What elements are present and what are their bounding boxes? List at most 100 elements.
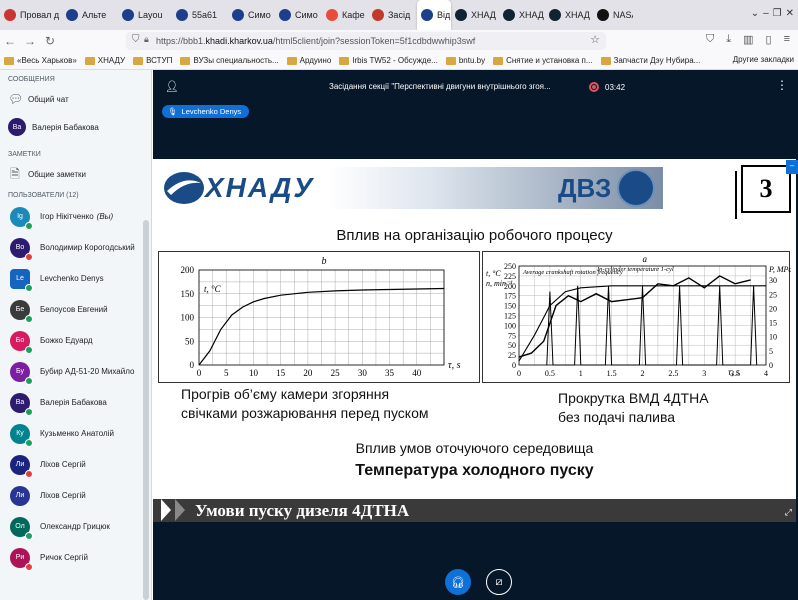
x-tick-label: 40 [412, 368, 422, 378]
browser-tab[interactable]: Провал д [0, 0, 62, 30]
chevron-icon [175, 499, 185, 521]
user-list-item[interactable]: Бу Бубир АД-51-20 Михайло [0, 356, 151, 387]
avatar: Бе [10, 299, 33, 323]
browser-tab[interactable]: NASA [593, 0, 633, 30]
browser-tab[interactable]: Layou [118, 0, 172, 30]
y-right-tick-label: 0 [769, 361, 773, 370]
reload-icon[interactable]: ↻ [40, 34, 60, 48]
browser-tab[interactable]: Симо [275, 0, 322, 30]
panel-label: b [322, 256, 327, 267]
y-right-tick-label: 30 [769, 276, 777, 285]
user-list-item[interactable]: Ку Кузьменко Анатолій [0, 418, 151, 449]
tab-label: Симо [295, 10, 318, 20]
y-right-tick-label: 25 [769, 290, 777, 299]
user-list-item[interactable]: Бо Божко Едуард [0, 325, 151, 356]
x-tick-label: 30 [358, 368, 368, 378]
user-list-item[interactable]: Ли Ліхов Сергій [0, 449, 151, 480]
star-icon[interactable]: ☆ [590, 33, 600, 46]
sidebar-scrollbar[interactable] [143, 220, 149, 600]
bookmark-item[interactable]: Irbis TW52 - Обсужде... [339, 56, 438, 65]
bookmark-item[interactable]: «Весь Харьков» [4, 56, 77, 65]
note-icon: 🗎︎ [10, 167, 20, 181]
bookmark-item[interactable]: ХНАДУ [84, 56, 125, 65]
minimize-presentation-icon[interactable]: – [786, 160, 798, 174]
maximize-icon[interactable]: ❐ [773, 8, 782, 19]
favicon-icon [122, 9, 134, 21]
user-list-item[interactable]: Ig Ігор Нікітченко (Вы) [0, 201, 151, 232]
share-screen-button[interactable]: ⧄ [486, 569, 512, 595]
menu-icon[interactable]: ≡ [784, 33, 790, 46]
forward-icon[interactable]: → [20, 34, 40, 48]
avatar-initials: Le [16, 275, 24, 282]
downloads-icon[interactable]: ⤓ [726, 33, 731, 46]
user-list-item[interactable]: Бе Белоусов Евгений [0, 294, 151, 325]
url-bar[interactable]: ⛉ 🔒︎ https://bbb1. khadi.kharkov.ua/html5… [126, 32, 606, 50]
fullscreen-icon[interactable]: ⤢ [785, 507, 792, 518]
user-list-item[interactable]: Ри Ричок Сергій [0, 542, 151, 573]
audio-button[interactable]: 🎧︎ [445, 569, 471, 595]
y-axis-label: t, °C [486, 269, 501, 278]
folder-icon [4, 56, 14, 65]
avatar-initials: Ол [15, 523, 25, 530]
user-name: Ліхов Сергій [40, 491, 86, 500]
y-tick-label: 50 [185, 336, 195, 346]
mic-status-icon [25, 252, 33, 261]
browser-tab[interactable]: Кафе [322, 0, 368, 30]
mic-status-icon [25, 407, 33, 416]
shield-icon: ⛉ [132, 34, 140, 45]
bookmark-item[interactable]: Запчасти Дэу Нубира... [600, 56, 700, 65]
private-chat-item[interactable]: Ва Валерія Бабакова [0, 113, 151, 141]
annotation-label: In-cylinder temperature 1-cyl [596, 266, 674, 273]
users-toggle-icon[interactable]: 👤︎ [165, 80, 179, 93]
x-tick-label: 10 [249, 368, 259, 378]
bookmark-item[interactable]: bntu.by [445, 56, 485, 65]
dvz-emblem-icon [617, 169, 656, 207]
browser-tab[interactable]: Симо [228, 0, 275, 30]
folder-icon [445, 56, 456, 65]
browser-tab[interactable]: ХНАД [499, 0, 545, 30]
browser-tab[interactable]: Альте [62, 0, 118, 30]
shared-notes-item[interactable]: 🗎︎ Общие заметки [0, 160, 151, 188]
other-bookmarks[interactable]: Другие закладки [733, 55, 794, 64]
tab-label: Провал д [20, 10, 60, 20]
bookmarks-bar: «Весь Харьков» ХНАДУ ВСТУП ВУЗы специальнос… [0, 52, 798, 70]
tab-label: 55a61 [192, 10, 218, 20]
pocket-icon[interactable]: ⛉ [706, 33, 714, 46]
sidebar: СООБЩЕНИЯ 💬︎ Общий чат Ва Валерія Бабако… [0, 70, 152, 600]
minimize-icon[interactable]: – [763, 8, 769, 19]
back-icon[interactable]: ← [0, 34, 20, 48]
recording-time: 03:42 [605, 82, 626, 92]
bookmark-item[interactable]: ВУЗы специальность... [180, 56, 279, 65]
user-list-item[interactable]: Во Володимир Корогодський [0, 232, 151, 263]
public-chat-item[interactable]: 💬︎ Общий чат [0, 85, 151, 113]
close-window-icon[interactable]: ✕ [786, 8, 794, 19]
browser-tab[interactable]: Від [417, 0, 451, 30]
browser-tab[interactable]: ХНАД [451, 0, 499, 30]
y-right-tick-label: 10 [769, 333, 777, 342]
tab-list-icon[interactable]: ⌄ [751, 8, 759, 19]
browser-tab[interactable]: 55a61 [172, 0, 228, 30]
browser-tab[interactable]: Засід [368, 0, 417, 30]
caption-left: Прогрів об’єму камери згоряння свічками … [181, 385, 428, 423]
messages-section-title: СООБЩЕНИЯ [8, 76, 55, 83]
recording-indicator[interactable]: 03:42 [589, 82, 625, 92]
favicon-icon [4, 9, 16, 21]
user-list-item[interactable]: Ли Ліхов Сергій [0, 480, 151, 511]
chart-a-svg: 0 0.5 1 1.5 2 2.5 3 3.5 402550751001251501752002… [486, 254, 792, 378]
bookmark-item[interactable]: Ардуино [286, 56, 331, 65]
library-icon[interactable]: ▥ [743, 33, 753, 46]
chart-a: 0 0.5 1 1.5 2 2.5 3 3.5 4 0 25 50 75 100 125 150 175 200 2… [482, 251, 792, 383]
browser-tab[interactable]: ХНАД [545, 0, 593, 30]
bookmark-item[interactable]: ВСТУП [133, 56, 172, 65]
user-list-item[interactable]: Le Levchenko Denys [0, 263, 151, 294]
y-tick-label: 100 [181, 313, 195, 323]
y-tick-label: 250 [504, 262, 516, 271]
khadu-logo: ХНАДУ [163, 167, 328, 209]
tab-label: Від [437, 10, 451, 20]
y-right-tick-label: 15 [769, 319, 777, 328]
bookmark-item[interactable]: Снятие и установка п... [493, 56, 593, 65]
more-options-icon[interactable]: ⋮ [776, 78, 788, 92]
reader-icon[interactable]: ▯ [766, 33, 772, 46]
user-list-item[interactable]: Ва Валерія Бабакова [0, 387, 151, 418]
user-list-item[interactable]: Ол Олександр Грицюк [0, 511, 151, 542]
